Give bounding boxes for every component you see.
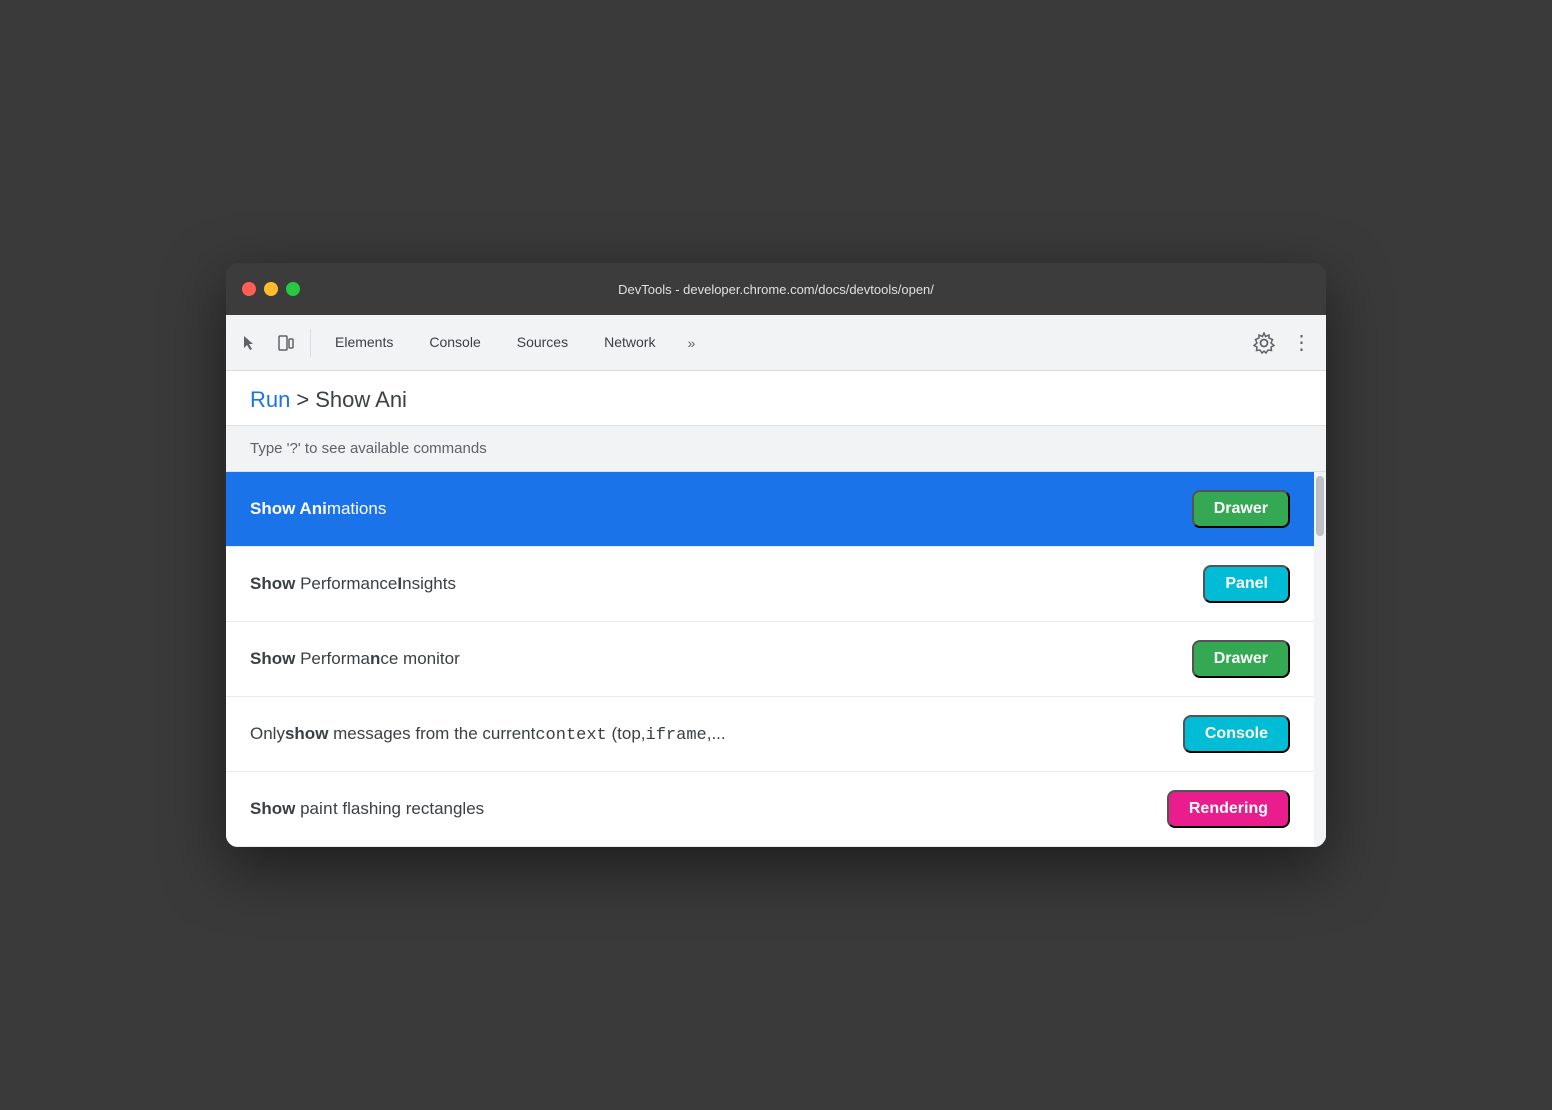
minimize-button[interactable] <box>264 282 278 296</box>
result-text-show-animations: Show Animations <box>250 499 386 519</box>
result-text-paint: Show paint flashing rectangles <box>250 799 484 820</box>
settings-button[interactable] <box>1246 325 1282 361</box>
toolbar-divider <box>310 329 311 357</box>
command-input-area[interactable]: Run > Show Ani <box>226 371 1326 426</box>
result-show-paint[interactable]: Show paint flashing rectangles Rendering <box>226 772 1314 847</box>
command-hint: Type '?' to see available commands <box>226 426 1326 472</box>
result-show-animations[interactable]: Show Animations Drawer <box>226 472 1314 547</box>
badge-console-1[interactable]: Console <box>1183 715 1290 753</box>
badge-rendering-1[interactable]: Rendering <box>1167 790 1290 828</box>
badge-drawer-2[interactable]: Drawer <box>1192 640 1290 678</box>
command-query: Show Ani <box>315 387 407 413</box>
gear-icon <box>1253 332 1275 354</box>
badge-drawer-1[interactable]: Drawer <box>1192 490 1290 528</box>
window-title: DevTools - developer.chrome.com/docs/dev… <box>618 282 934 297</box>
result-show-performance-insights[interactable]: Show Performance Insights Panel <box>226 547 1314 622</box>
device-icon <box>277 334 295 352</box>
maximize-button[interactable] <box>286 282 300 296</box>
result-text-context-messages: Only show messages from the current cont… <box>250 724 726 745</box>
result-show-performance-monitor[interactable]: Show Performance monitor Drawer <box>226 622 1314 697</box>
tab-elements[interactable]: Elements <box>319 315 409 371</box>
scrollbar-thumb[interactable] <box>1316 476 1324 536</box>
cursor-icon-button[interactable] <box>234 327 266 359</box>
result-text-performance-monitor: Show Performance monitor <box>250 649 460 669</box>
run-label: Run <box>250 387 290 413</box>
cursor-icon <box>241 334 259 352</box>
result-show-context-messages[interactable]: Only show messages from the current cont… <box>226 697 1314 772</box>
more-options-button[interactable]: ⋮ <box>1286 327 1318 359</box>
command-palette: Run > Show Ani Type '?' to see available… <box>226 371 1326 847</box>
devtools-container: Elements Console Sources Network » <box>226 315 1326 847</box>
results-list: Show Animations Drawer Show Performance … <box>226 472 1314 847</box>
devtools-window: DevTools - developer.chrome.com/docs/dev… <box>226 263 1326 847</box>
tab-console[interactable]: Console <box>413 315 496 371</box>
result-text-performance-insights: Show Performance Insights <box>250 574 456 594</box>
tab-network[interactable]: Network <box>588 315 671 371</box>
badge-panel-1[interactable]: Panel <box>1203 565 1290 603</box>
command-arrow: > <box>296 387 309 413</box>
device-icon-button[interactable] <box>270 327 302 359</box>
close-button[interactable] <box>242 282 256 296</box>
more-tabs-button[interactable]: » <box>675 327 707 359</box>
tab-sources[interactable]: Sources <box>501 315 584 371</box>
traffic-lights <box>242 282 300 296</box>
scrollbar-track[interactable] <box>1314 472 1326 847</box>
titlebar: DevTools - developer.chrome.com/docs/dev… <box>226 263 1326 315</box>
results-wrapper: Show Animations Drawer Show Performance … <box>226 472 1326 847</box>
devtools-toolbar: Elements Console Sources Network » <box>226 315 1326 371</box>
command-input-line: Run > Show Ani <box>250 387 1302 413</box>
